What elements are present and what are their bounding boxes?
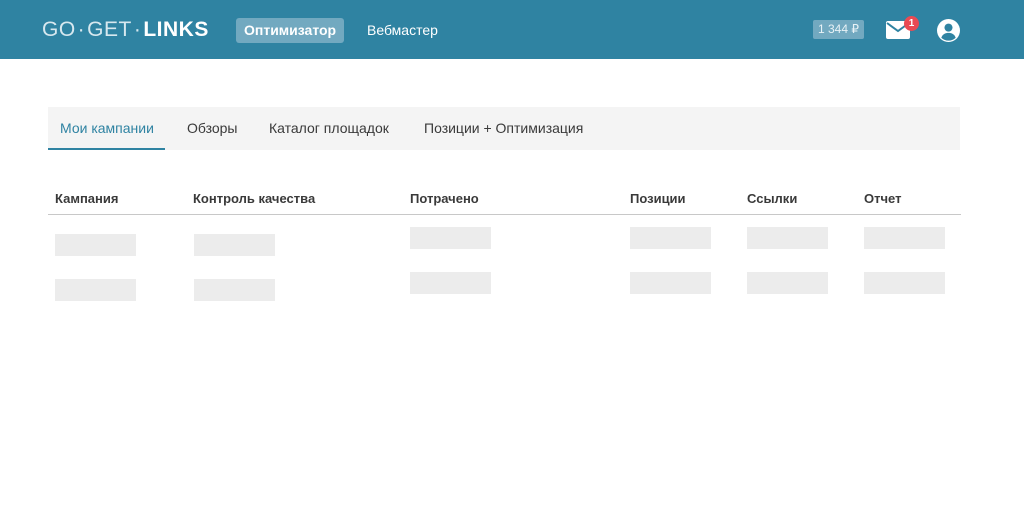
tab-sites-catalog[interactable]: Каталог площадок — [269, 107, 389, 150]
loading-placeholder — [747, 227, 828, 249]
column-header-campaign[interactable]: Кампания — [55, 191, 118, 206]
logo-part-go: GO — [42, 18, 76, 41]
loading-placeholder — [410, 227, 491, 249]
user-icon[interactable] — [937, 19, 960, 42]
loading-placeholder — [55, 234, 136, 256]
logo-separator: · — [77, 18, 86, 41]
logo-part-get: GET — [87, 18, 132, 41]
mail-count-badge: 1 — [904, 16, 919, 31]
nav-webmaster[interactable]: Вебмастер — [367, 18, 438, 43]
brand-logo[interactable]: GO·GET·LINKS — [42, 18, 209, 42]
tab-positions-optimization[interactable]: Позиции + Оптимизация — [424, 107, 583, 150]
column-header-report[interactable]: Отчет — [864, 191, 901, 206]
top-navbar: GO·GET·LINKS Оптимизатор Вебмастер 1 344… — [0, 0, 1024, 59]
logo-part-links: LINKS — [143, 18, 209, 41]
logo-separator: · — [133, 18, 142, 41]
column-header-spent[interactable]: Потрачено — [410, 191, 479, 206]
column-header-positions[interactable]: Позиции — [630, 191, 686, 206]
loading-placeholder — [55, 279, 136, 301]
tab-my-campaigns[interactable]: Мои кампании — [60, 107, 154, 150]
active-tab-indicator — [48, 148, 165, 150]
loading-placeholder — [194, 234, 275, 256]
table-header: Кампания Контроль качества Потрачено Поз… — [48, 186, 961, 215]
loading-placeholder — [864, 272, 945, 294]
column-header-quality-control[interactable]: Контроль качества — [193, 191, 315, 206]
loading-placeholder — [630, 272, 711, 294]
loading-placeholder — [630, 227, 711, 249]
tab-bar: Мои кампании Обзоры Каталог площадок Поз… — [48, 107, 960, 150]
tab-reviews[interactable]: Обзоры — [187, 107, 238, 150]
column-header-links[interactable]: Ссылки — [747, 191, 797, 206]
balance-badge[interactable]: 1 344 ₽ — [813, 20, 864, 39]
loading-placeholder — [747, 272, 828, 294]
loading-placeholder — [410, 272, 491, 294]
loading-placeholder — [864, 227, 945, 249]
loading-placeholder — [194, 279, 275, 301]
nav-optimizer[interactable]: Оптимизатор — [236, 18, 345, 43]
